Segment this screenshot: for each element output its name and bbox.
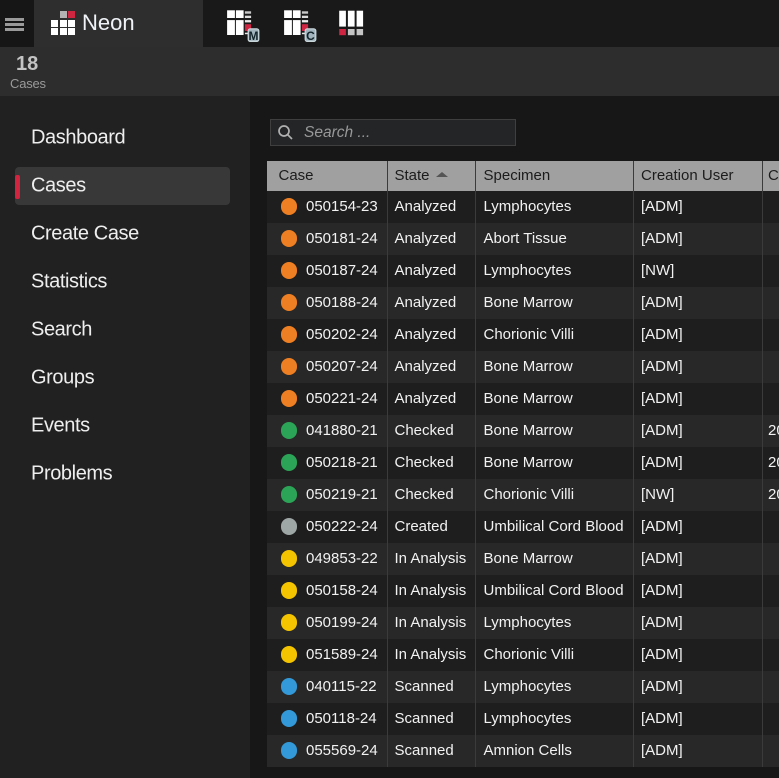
svg-text:C: C [306, 29, 315, 43]
svg-text:M: M [249, 29, 259, 43]
